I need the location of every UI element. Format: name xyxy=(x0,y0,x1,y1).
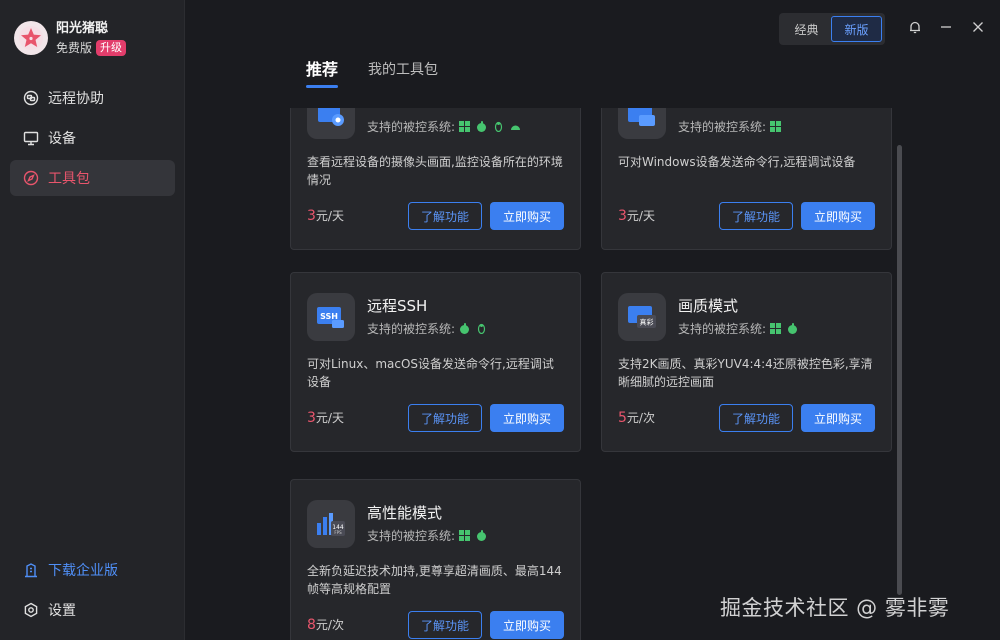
tool-card-camera: 支持的被控系统: 查看远程设备的摄像头画面,监控设备所在的环境情况 3元/天 了… xyxy=(290,108,581,250)
learn-more-button[interactable]: 了解功能 xyxy=(408,611,482,639)
tool-card-ssh: SSH 远程SSH 支持的被控系统: 可对Linux、macOS设备发送命令行,… xyxy=(290,272,581,452)
sidebar-item-devices[interactable]: 设备 xyxy=(10,120,175,156)
sidebar-item-download-enterprise[interactable]: 下载企业版 xyxy=(10,552,175,588)
card-title: 远程SSH xyxy=(367,297,428,315)
classic-version-button[interactable]: 经典 xyxy=(782,16,831,42)
card-price: 3元/天 xyxy=(618,208,655,224)
windows-icon xyxy=(770,121,782,132)
sidebar-item-label: 工具包 xyxy=(48,171,90,187)
card-description: 可对Linux、macOS设备发送命令行,远程调试设备 xyxy=(307,357,554,389)
supported-os: 支持的被控系统: xyxy=(367,320,493,337)
new-version-button[interactable]: 新版 xyxy=(831,16,882,42)
buy-now-button[interactable]: 立即购买 xyxy=(490,202,564,230)
tab-bar: 推荐 我的工具包 xyxy=(306,56,468,88)
tool-card-quality: 真彩 画质模式 支持的被控系统: 支持2K画质、真彩YUV4:4:4还原被控色彩… xyxy=(601,272,892,452)
tool-card-cmd: 支持的被控系统: 可对Windows设备发送命令行,远程调试设备 3元/天 了解… xyxy=(601,108,892,250)
fps-icon: 144 FPS xyxy=(307,500,355,548)
user-profile[interactable]: 阳光猪聪 免费版 升级 xyxy=(14,20,127,56)
camera-icon xyxy=(307,108,355,139)
remote-assist-icon xyxy=(22,89,40,107)
svg-text:FPS: FPS xyxy=(334,530,342,535)
card-title: 高性能模式 xyxy=(367,504,443,522)
tool-card-high-performance: 144 FPS 高性能模式 支持的被控系统: 全新负延迟技术加持,更尊享超清画质、… xyxy=(290,479,581,640)
buy-now-button[interactable]: 立即购买 xyxy=(490,611,564,639)
sidebar-item-label: 设置 xyxy=(48,603,76,619)
sidebar-nav: 远程协助 设备 工具包 xyxy=(10,80,175,200)
card-price: 3元/天 xyxy=(307,410,344,426)
card-description: 查看远程设备的摄像头画面,监控设备所在的环境情况 xyxy=(307,155,563,187)
android-icon xyxy=(511,125,521,130)
apple-icon xyxy=(477,121,487,132)
plan-label: 免费版 xyxy=(56,41,93,55)
watermark: 掘金技术社区 @ 雾非雾 xyxy=(720,596,950,620)
tab-my-toolkit[interactable]: 我的工具包 xyxy=(368,56,438,88)
windows-icon xyxy=(459,121,471,132)
monitor-icon xyxy=(22,129,40,147)
windows-icon xyxy=(770,323,782,334)
apple-icon xyxy=(477,530,487,541)
sidebar: 阳光猪聪 免费版 升级 远程协助 设备 工具包 下载企业版 设置 xyxy=(0,0,185,640)
supported-os: 支持的被控系统: xyxy=(678,118,787,135)
building-icon xyxy=(22,561,40,579)
card-description: 支持2K画质、真彩YUV4:4:4还原被控色彩,享清晰细腻的远控画面 xyxy=(618,357,873,389)
content-scrollbar[interactable] xyxy=(897,145,902,595)
svg-text:真彩: 真彩 xyxy=(640,318,654,327)
supported-os: 支持的被控系统: xyxy=(678,320,804,337)
learn-more-button[interactable]: 了解功能 xyxy=(408,404,482,432)
supported-os: 支持的被控系统: xyxy=(367,118,527,135)
username: 阳光猪聪 xyxy=(56,21,109,36)
card-description: 可对Windows设备发送命令行,远程调试设备 xyxy=(618,155,856,169)
avatar[interactable] xyxy=(14,21,48,55)
linux-icon xyxy=(494,121,503,132)
true-color-icon: 真彩 xyxy=(618,293,666,341)
card-price: 3元/天 xyxy=(307,208,344,224)
learn-more-button[interactable]: 了解功能 xyxy=(719,404,793,432)
minimize-icon[interactable] xyxy=(937,18,955,36)
sidebar-item-label: 远程协助 xyxy=(48,91,104,107)
sidebar-item-label: 下载企业版 xyxy=(48,563,118,579)
card-price: 5元/次 xyxy=(618,410,655,426)
upgrade-badge[interactable]: 升级 xyxy=(96,39,127,56)
windows-icon xyxy=(459,530,471,541)
sidebar-item-settings[interactable]: 设置 xyxy=(10,592,175,628)
learn-more-button[interactable]: 了解功能 xyxy=(408,202,482,230)
tab-recommended[interactable]: 推荐 xyxy=(306,56,339,88)
compass-icon xyxy=(22,169,40,187)
sidebar-item-toolkit[interactable]: 工具包 xyxy=(10,160,175,196)
sidebar-item-remote-assist[interactable]: 远程协助 xyxy=(10,80,175,116)
supported-os: 支持的被控系统: xyxy=(367,527,493,544)
bell-icon[interactable] xyxy=(906,18,924,36)
buy-now-button[interactable]: 立即购买 xyxy=(801,404,875,432)
gear-icon xyxy=(22,601,40,619)
cmd-icon xyxy=(618,108,666,139)
ssh-icon: SSH xyxy=(307,293,355,341)
top-bar: 推荐 我的工具包 经典 新版 xyxy=(186,0,1000,108)
apple-icon xyxy=(788,323,798,334)
buy-now-button[interactable]: 立即购买 xyxy=(490,404,564,432)
card-price: 8元/次 xyxy=(307,617,344,633)
card-description: 全新负延迟技术加持,更尊享超清画质、最高144帧等高规格配置 xyxy=(307,564,562,596)
apple-icon xyxy=(460,323,470,334)
sidebar-item-label: 设备 xyxy=(48,131,76,147)
buy-now-button[interactable]: 立即购买 xyxy=(801,202,875,230)
linux-icon xyxy=(477,323,486,334)
version-switch: 经典 新版 xyxy=(779,13,885,45)
toolkit-grid: 支持的被控系统: 查看远程设备的摄像头画面,监控设备所在的环境情况 3元/天 了… xyxy=(186,108,900,640)
learn-more-button[interactable]: 了解功能 xyxy=(719,202,793,230)
sidebar-bottom: 下载企业版 设置 xyxy=(10,552,175,628)
close-icon[interactable] xyxy=(969,18,987,36)
svg-text:SSH: SSH xyxy=(320,312,338,321)
star-logo-icon xyxy=(19,26,43,50)
card-title: 画质模式 xyxy=(678,297,739,315)
